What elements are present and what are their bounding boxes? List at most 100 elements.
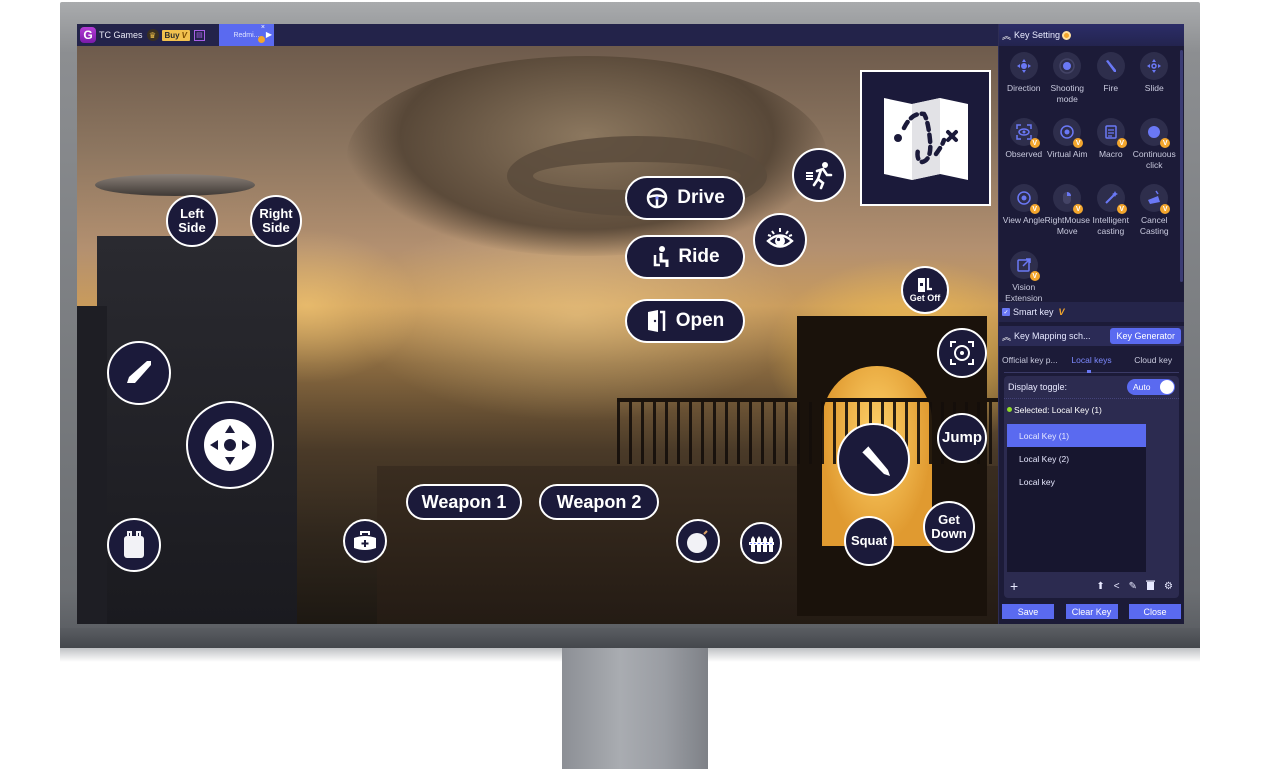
- get-off-key[interactable]: Get Off: [901, 266, 949, 314]
- squat-key[interactable]: Squat: [844, 516, 894, 566]
- list-toolbar: + ⬆ < ✎ ⚙: [1004, 574, 1179, 598]
- medkit-key[interactable]: [343, 519, 387, 563]
- key-type-fire[interactable]: Fire: [1089, 52, 1133, 116]
- vip-badge-icon: V: [1029, 204, 1040, 214]
- bullet-icon: [127, 361, 151, 383]
- left-side-label: Left Side: [178, 206, 206, 235]
- collapse-chevron-icon[interactable]: ︽: [1002, 29, 1011, 42]
- drive-key[interactable]: Drive: [625, 176, 745, 220]
- key-setting-title: Key Setting: [1014, 30, 1061, 40]
- crown-icon[interactable]: ♛: [146, 29, 159, 41]
- map-key[interactable]: [860, 70, 991, 206]
- vip-badge-icon: V: [1073, 138, 1084, 148]
- grenade-key[interactable]: [676, 519, 720, 563]
- upload-icon[interactable]: ⬆: [1096, 581, 1104, 592]
- expand-arrow-icon[interactable]: ▶: [266, 30, 272, 39]
- panel-scrollbar[interactable]: [1180, 50, 1183, 282]
- key-type-slide[interactable]: Slide: [1133, 52, 1177, 116]
- sprint-key[interactable]: [792, 148, 846, 202]
- key-type-label: Shooting mode: [1050, 83, 1085, 104]
- list-item[interactable]: Local key: [1007, 470, 1146, 493]
- key-type-direction[interactable]: Direction: [1002, 52, 1046, 116]
- right-mouse-move-icon: V: [1053, 184, 1084, 214]
- key-type-virtual-aim[interactable]: V Virtual Aim: [1046, 118, 1090, 182]
- key-type-label: Slide: [1144, 83, 1164, 93]
- key-generator-button[interactable]: Key Generator: [1110, 328, 1181, 344]
- key-type-label: RightMouse Move: [1044, 215, 1090, 236]
- key-scheme-list: Local Key (1) Local Key (2) Local key: [1007, 424, 1146, 572]
- tab-close-icon[interactable]: ×: [261, 24, 265, 31]
- device-tab-label: Redmi...: [233, 31, 260, 39]
- vip-badge-icon: V: [1116, 138, 1127, 148]
- list-item[interactable]: Local Key (2): [1007, 447, 1146, 470]
- display-toggle-row: Display toggle: Auto: [1004, 376, 1179, 398]
- intelligent-casting-icon: V: [1096, 184, 1127, 214]
- observed-icon: V: [1009, 118, 1040, 148]
- shoot-key[interactable]: [107, 341, 171, 405]
- key-type-cancel-casting[interactable]: V Cancel Casting: [1133, 184, 1177, 249]
- shooting-mode-icon: [1053, 52, 1082, 80]
- key-type-right-mouse-move[interactable]: V RightMouse Move: [1044, 184, 1090, 249]
- tab-cloud-key[interactable]: Cloud key: [1122, 348, 1184, 372]
- weapon-1-label: Weapon 1: [421, 491, 507, 512]
- key-type-view-angle[interactable]: V View Angle: [1002, 184, 1046, 249]
- ride-key[interactable]: Ride: [625, 235, 745, 279]
- edit-icon[interactable]: ✎: [1129, 581, 1137, 592]
- weapon-2-key[interactable]: Weapon 2: [539, 484, 659, 520]
- direction-joystick[interactable]: [186, 401, 274, 489]
- tab-divider: [1004, 372, 1179, 373]
- jump-label: Jump: [941, 429, 982, 447]
- key-type-label: View Angle: [1002, 215, 1045, 225]
- fire-icon: [1096, 52, 1125, 80]
- bomb-icon: [687, 530, 708, 553]
- key-type-observed[interactable]: V Observed: [1002, 118, 1046, 182]
- background-ufo: [95, 174, 255, 196]
- smart-key-checkbox[interactable]: ✓: [1002, 308, 1010, 316]
- status-dot-icon: [1007, 407, 1012, 412]
- key-type-intelligent-casting[interactable]: V Intelligent casting: [1089, 184, 1133, 249]
- buy-vip-button[interactable]: Buy V: [161, 29, 190, 41]
- key-type-macro[interactable]: V Macro: [1089, 118, 1133, 182]
- left-side-key[interactable]: Left Side: [166, 195, 218, 247]
- get-down-key[interactable]: Get Down: [923, 501, 975, 553]
- selected-scheme-text: Selected: Local Key (1): [1014, 404, 1102, 415]
- display-toggle-switch[interactable]: Auto: [1127, 379, 1175, 395]
- add-icon[interactable]: +: [1010, 578, 1018, 594]
- right-side-key[interactable]: Right Side: [250, 195, 302, 247]
- observe-key[interactable]: [753, 213, 807, 267]
- continuous-click-icon: V: [1140, 118, 1171, 148]
- clear-key-button[interactable]: Clear Key: [1065, 604, 1118, 619]
- right-side-label: Right Side: [259, 206, 293, 235]
- stage: G TC Games ♛ Buy V ▤ Redmi... × ▶ Left S…: [0, 0, 1261, 769]
- key-type-shooting-mode[interactable]: Shooting mode: [1046, 52, 1090, 116]
- fire-key[interactable]: [837, 423, 910, 496]
- collapse-chevron-icon[interactable]: ︽: [1002, 330, 1011, 343]
- background-building: [77, 306, 107, 624]
- key-setting-header[interactable]: ︽ Key Setting: [999, 24, 1184, 46]
- share-icon[interactable]: <: [1114, 581, 1120, 592]
- close-button[interactable]: Close: [1129, 604, 1181, 619]
- game-viewport[interactable]: Left Side Right Side Drive Ride Open Get…: [77, 46, 998, 624]
- door-icon: [647, 310, 665, 332]
- open-key[interactable]: Open: [625, 299, 745, 343]
- aim-key[interactable]: [937, 328, 987, 378]
- key-type-continuous-click[interactable]: V Continuous click: [1133, 118, 1177, 182]
- macro-icon: V: [1096, 118, 1127, 148]
- list-item[interactable]: Local Key (1): [1007, 424, 1146, 447]
- backpack-key[interactable]: [107, 518, 161, 572]
- device-tab[interactable]: Redmi... × ▶: [218, 24, 274, 46]
- jump-key[interactable]: Jump: [937, 413, 987, 463]
- save-button[interactable]: Save: [1002, 604, 1054, 619]
- tab-local-keys[interactable]: Local keys: [1061, 348, 1123, 372]
- smart-key-row[interactable]: ✓ Smart key V: [999, 302, 1184, 322]
- selected-scheme-row: Selected: Local Key (1): [1004, 398, 1179, 420]
- weapon-1-key[interactable]: Weapon 1: [406, 484, 522, 520]
- delete-icon[interactable]: [1146, 580, 1156, 593]
- settings-icon[interactable]: ⚙: [1164, 581, 1173, 592]
- tab-official-keys[interactable]: Official key p...: [999, 348, 1061, 372]
- app-screen: G TC Games ♛ Buy V ▤ Redmi... × ▶ Left S…: [77, 24, 1184, 624]
- vision-extension-icon: V: [1009, 251, 1040, 281]
- fence-key[interactable]: [740, 522, 782, 564]
- calendar-icon[interactable]: ▤: [193, 29, 205, 41]
- key-mapping-header[interactable]: ︽ Key Mapping sch... Key Generator: [999, 326, 1184, 346]
